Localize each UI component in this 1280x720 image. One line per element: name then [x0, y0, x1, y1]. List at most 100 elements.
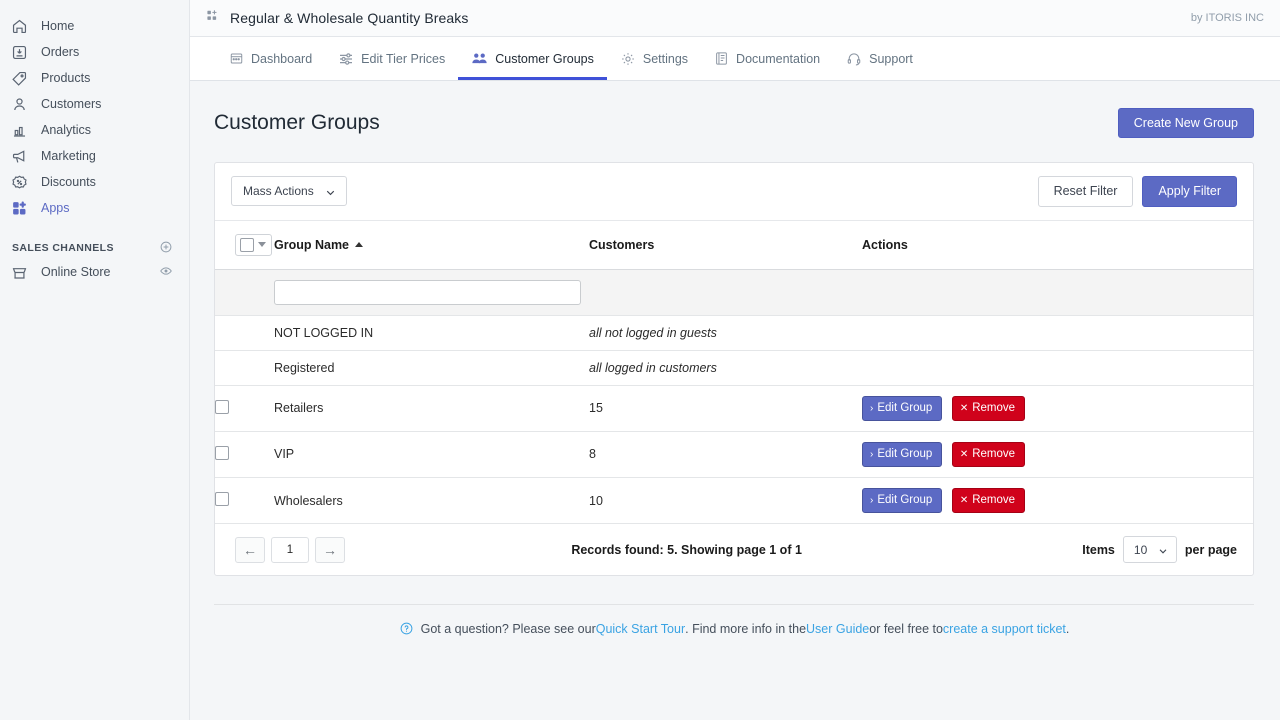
remove-group-label: Remove	[972, 448, 1015, 460]
sidebar-item-marketing[interactable]: Marketing	[0, 143, 189, 169]
vendor-byline: by ITORIS INC	[1191, 12, 1264, 24]
tab-documentation[interactable]: Documentation	[701, 37, 833, 80]
edit-group-button[interactable]: › Edit Group	[862, 488, 942, 513]
sidebar-item-label: Apps	[35, 201, 70, 215]
cell-group-name: Wholesalers	[274, 477, 589, 523]
bar-chart-icon	[11, 122, 35, 139]
group-name-filter-input[interactable]	[274, 280, 581, 305]
filter-cell-customers	[589, 269, 862, 315]
row-checkbox-cell	[215, 315, 274, 350]
reset-filter-button[interactable]: Reset Filter	[1038, 176, 1134, 207]
sidebar-item-label: Customers	[35, 97, 101, 111]
cell-actions	[862, 350, 1253, 385]
column-header-label: Group Name	[274, 238, 349, 252]
per-page-label: per page	[1185, 543, 1237, 557]
select-all-dropdown[interactable]	[235, 234, 272, 256]
tag-icon	[11, 70, 35, 87]
sidebar-item-apps[interactable]: Apps	[0, 195, 189, 221]
row-checkbox[interactable]	[215, 492, 229, 506]
apps-icon	[11, 200, 35, 217]
sidebar-item-analytics[interactable]: Analytics	[0, 117, 189, 143]
megaphone-icon	[11, 148, 35, 165]
tab-settings[interactable]: Settings	[607, 37, 701, 80]
previous-page-button[interactable]: ←	[235, 537, 265, 563]
per-page-value: 10	[1134, 543, 1147, 557]
close-icon: ✕	[960, 449, 968, 460]
dashboard-icon	[229, 51, 244, 66]
edit-group-button[interactable]: ›Edit Group	[862, 442, 942, 467]
plus-circle-icon[interactable]	[159, 240, 173, 257]
quick-start-tour-link[interactable]: Quick Start Tour	[596, 622, 685, 636]
page-title: Customer Groups	[214, 111, 380, 135]
column-header-actions: Actions	[862, 221, 1253, 270]
eye-icon[interactable]	[159, 264, 173, 281]
table-filter-row	[215, 269, 1253, 315]
pagination-bar: ← → Records found: 5. Showing page 1 of …	[215, 524, 1253, 575]
gear-icon	[620, 51, 636, 67]
create-support-ticket-link[interactable]: create a support ticket	[943, 622, 1066, 636]
table-header-row: Group Name Customers Actions	[215, 221, 1253, 270]
table-head: Group Name Customers Actions	[215, 221, 1253, 270]
column-header-customers[interactable]: Customers	[589, 221, 862, 270]
per-page-select[interactable]: 10	[1123, 536, 1177, 563]
row-checkbox[interactable]	[215, 446, 229, 460]
footer-text-3: or feel free to	[869, 622, 943, 636]
tab-support[interactable]: Support	[833, 37, 926, 80]
footer-text-4: .	[1066, 622, 1069, 636]
column-header-group-name[interactable]: Group Name	[274, 221, 589, 270]
content-area: Customer Groups Create New Group Mass Ac…	[190, 81, 1280, 720]
page-header: Customer Groups Create New Group	[214, 105, 1254, 141]
sidebar-item-orders[interactable]: Orders	[0, 39, 189, 65]
question-circle-icon	[399, 621, 414, 636]
tab-label: Support	[869, 52, 913, 66]
sidebar-item-label: Home	[35, 19, 74, 33]
select-all-header	[215, 221, 274, 270]
table-row[interactable]: Wholesalers 10 › Edit Group ✕Remove	[215, 477, 1253, 523]
close-icon: ✕	[960, 403, 968, 414]
table-row[interactable]: NOT LOGGED IN all not logged in guests	[215, 315, 1253, 350]
page-app-title: Regular & Wholesale Quantity Breaks	[220, 10, 469, 26]
edit-group-label: Edit Group	[877, 448, 932, 460]
customer-groups-table: Group Name Customers Actions	[215, 221, 1253, 525]
content-inner: Customer Groups Create New Group Mass Ac…	[190, 81, 1280, 652]
row-checkbox-cell	[215, 431, 274, 477]
sidebar-item-customers[interactable]: Customers	[0, 91, 189, 117]
sidebar-item-discounts[interactable]: Discounts	[0, 169, 189, 195]
tab-edit-tier-prices[interactable]: Edit Tier Prices	[325, 37, 458, 80]
headset-icon	[846, 51, 862, 67]
row-checkbox[interactable]	[215, 400, 229, 414]
sort-control-group-name[interactable]: Group Name	[274, 238, 363, 252]
sidebar-item-online-store[interactable]: Online Store	[0, 259, 189, 285]
edit-group-button[interactable]: ›Edit Group	[862, 396, 942, 421]
remove-group-button[interactable]: ✕Remove	[952, 488, 1025, 513]
remove-group-button[interactable]: ✕ Remove	[952, 442, 1025, 467]
sidebar-item-home[interactable]: Home	[0, 13, 189, 39]
sidebar-item-products[interactable]: Products	[0, 65, 189, 91]
chevron-right-icon: ›	[870, 495, 873, 506]
tab-dashboard[interactable]: Dashboard	[216, 37, 325, 80]
table-row[interactable]: VIP 8 ›Edit Group ✕Remove	[215, 431, 1253, 477]
cell-actions: › Edit Group ✕Remove	[862, 477, 1253, 523]
tab-label: Settings	[643, 52, 688, 66]
mass-actions-select[interactable]: Mass Actions	[231, 176, 347, 206]
main-area: Regular & Wholesale Quantity Breaks by I…	[190, 0, 1280, 720]
table-body: NOT LOGGED IN all not logged in guests R…	[215, 269, 1253, 524]
tab-customer-groups[interactable]: Customer Groups	[458, 37, 607, 80]
table-row[interactable]: Registered all logged in customers	[215, 350, 1253, 385]
panel-toolbar: Mass Actions Reset Filter Apply Filter	[215, 163, 1253, 221]
remove-group-button[interactable]: ✕ Remove	[952, 396, 1025, 421]
create-new-group-button[interactable]: Create New Group	[1118, 108, 1254, 139]
cell-customers: 15	[589, 385, 862, 431]
select-all-checkbox[interactable]	[240, 238, 254, 252]
cell-customers: 10	[589, 477, 862, 523]
orders-icon	[11, 44, 35, 61]
edit-group-label: Edit Group	[877, 494, 932, 506]
app-root: Home Orders Products	[0, 0, 1280, 720]
table-row[interactable]: Retailers 15 ›Edit Group ✕Remove	[215, 385, 1253, 431]
sidebar-item-label: Marketing	[35, 149, 96, 163]
cell-group-name: NOT LOGGED IN	[274, 315, 589, 350]
remove-group-label: Remove	[972, 402, 1015, 414]
sidebar: Home Orders Products	[0, 0, 190, 720]
apply-filter-button[interactable]: Apply Filter	[1142, 176, 1237, 207]
user-guide-link[interactable]: User Guide	[806, 622, 869, 636]
